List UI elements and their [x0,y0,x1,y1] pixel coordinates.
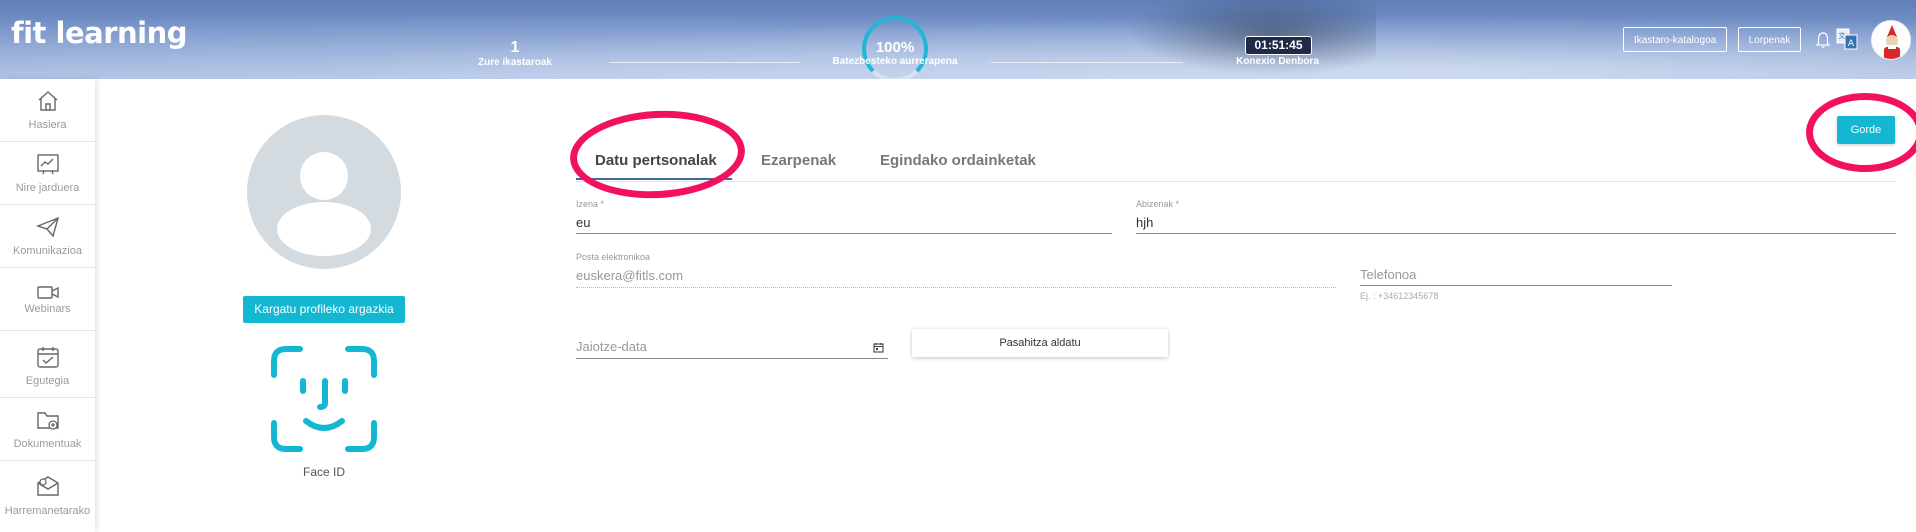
calendar-picker-icon[interactable] [873,342,884,353]
sidebar-item-calendar[interactable]: Egutegia [0,331,95,398]
svg-text:文: 文 [1839,31,1846,40]
tab-settings[interactable]: Ezarpenak [761,152,836,169]
highlight-circle-save [1806,93,1916,172]
face-id-icon[interactable] [270,345,378,453]
header-divider [609,62,800,63]
sidebar-item-contact[interactable]: Harremanetarako [0,461,95,532]
connection-timer: 01:51:45 [1245,36,1312,55]
face-id-label: Face ID [302,465,345,479]
phone-hint: Ej. : +34612345678 [1360,291,1439,301]
progress-value: 100% [875,39,915,56]
sidebar-item-documents[interactable]: Dokumentuak [0,398,95,461]
surname-field[interactable]: hjh [1136,215,1153,230]
tabs-divider [576,181,1896,182]
name-field[interactable]: eu [576,215,590,230]
birthdate-field[interactable]: Jaiotze-data [576,339,647,354]
sidebar-item-label: Hasiera [28,119,67,131]
name-field-underline [576,233,1112,234]
upload-profile-photo-button[interactable]: Kargatu profileko argazkia [243,296,405,323]
default-user-icon [277,152,371,256]
logo[interactable]: fit learning [11,16,188,50]
change-password-button[interactable]: Pasahitza aldatu [912,329,1168,357]
connection-stat: Konexio Denbora [1225,56,1330,67]
name-label: Izena * [576,199,605,209]
sidebar-item-label: Nire jarduera [15,182,80,194]
sidebar: Hasiera Nire jarduera Komunikazioa Webin… [0,79,95,532]
folder-icon [37,412,59,430]
catalog-button[interactable]: Ikastaro-katalogoa [1623,27,1727,52]
contact-mail-icon [37,476,59,496]
birthdate-field-underline [576,358,888,359]
email-label: Posta elektronikoa [576,252,651,262]
video-camera-icon [37,286,59,299]
header-divider [991,62,1183,63]
courses-label: Zure ikastaroak [478,57,552,68]
phone-field[interactable]: Telefonoa [1360,267,1416,282]
svg-text:A: A [1848,39,1855,49]
progress-label: Batezbesteko aurrerapena [832,56,958,67]
sidebar-item-label: Dokumentuak [13,438,82,450]
highlight-circle-tab [567,106,748,203]
calendar-icon [37,347,59,368]
phone-field-underline [1360,285,1672,286]
paper-plane-icon [36,216,60,238]
connection-label: Konexio Denbora [1236,56,1319,67]
bell-icon[interactable] [1815,31,1831,49]
sidebar-item-label: Harremanetarako [4,505,91,517]
translate-icon[interactable]: A 文 [1836,28,1858,50]
activity-icon [37,154,59,175]
top-header: fit learning 1 Zure ikastaroak 100% Bate… [0,0,1916,79]
courses-count: 1 [510,39,520,56]
email-field: euskera@fitls.com [576,268,684,283]
sidebar-item-communication[interactable]: Komunikazioa [0,205,95,268]
sidebar-item-label: Komunikazioa [12,245,83,257]
home-icon [38,91,58,111]
surname-label: Abizenak * [1136,199,1180,209]
sidebar-item-label: Webinars [24,303,71,315]
surname-field-underline [1136,233,1896,234]
progress-stat: 100% Batezbesteko aurrerapena [815,39,975,67]
sidebar-item-label: Egutegia [25,375,70,387]
tab-payments[interactable]: Egindako ordainketak [880,152,1036,169]
achievements-button[interactable]: Lorpenak [1738,27,1801,52]
sidebar-item-webinars[interactable]: Webinars [0,268,95,331]
profile-picture[interactable] [247,115,401,269]
sidebar-item-activity[interactable]: Nire jarduera [0,142,95,205]
user-avatar-image [1872,21,1910,59]
email-field-underline [576,287,1336,289]
sidebar-item-home[interactable]: Hasiera [0,79,95,142]
avatar[interactable] [1871,20,1911,60]
courses-stat: 1 Zure ikastaroak [470,39,560,68]
